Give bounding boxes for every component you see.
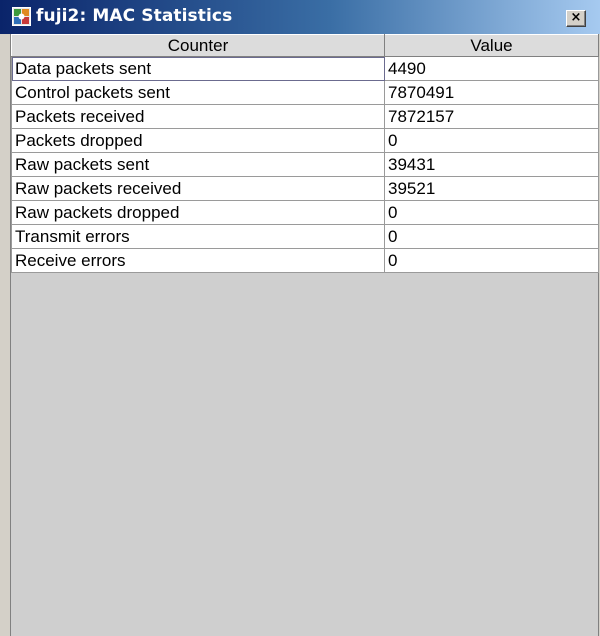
counter-cell[interactable]: Transmit errors (11, 224, 385, 249)
close-icon: × (570, 10, 582, 25)
table-row[interactable]: Packets dropped 0 (11, 128, 599, 153)
window-title: fuji2: MAC Statistics (36, 6, 233, 26)
table-row[interactable]: Control packets sent 7870491 (11, 80, 599, 105)
counter-cell[interactable]: Receive errors (11, 248, 385, 273)
close-button[interactable]: × (566, 10, 586, 27)
table-row[interactable]: Packets received 7872157 (11, 104, 599, 129)
counter-cell[interactable]: Packets received (11, 104, 385, 129)
counter-cell[interactable]: Raw packets dropped (11, 200, 385, 225)
counter-cell[interactable]: Packets dropped (11, 128, 385, 153)
counter-cell[interactable]: Control packets sent (11, 80, 385, 105)
mac-statistics-window: fuji2: MAC Statistics × Counter Value Da… (0, 0, 600, 636)
value-cell[interactable]: 7872157 (384, 104, 599, 129)
java-app-icon[interactable] (12, 7, 31, 26)
value-cell[interactable]: 0 (384, 128, 599, 153)
table-row[interactable]: Data packets sent 4490 (11, 56, 599, 81)
table-row[interactable]: Receive errors 0 (11, 248, 599, 273)
statistics-table: Counter Value Data packets sent 4490 Con… (11, 34, 599, 273)
column-header-counter[interactable]: Counter (11, 34, 385, 57)
title-bar[interactable]: fuji2: MAC Statistics × (0, 0, 600, 34)
table-row[interactable]: Raw packets dropped 0 (11, 200, 599, 225)
table-row[interactable]: Raw packets received 39521 (11, 176, 599, 201)
table-row[interactable]: Transmit errors 0 (11, 224, 599, 249)
value-cell[interactable]: 4490 (384, 56, 599, 81)
table-header-row: Counter Value (11, 34, 599, 57)
value-cell[interactable]: 39521 (384, 176, 599, 201)
column-header-value[interactable]: Value (384, 34, 599, 57)
value-cell[interactable]: 0 (384, 248, 599, 273)
value-cell[interactable]: 0 (384, 200, 599, 225)
value-cell[interactable]: 39431 (384, 152, 599, 177)
statistics-panel: Counter Value Data packets sent 4490 Con… (10, 34, 599, 636)
table-row[interactable]: Raw packets sent 39431 (11, 152, 599, 177)
counter-cell[interactable]: Data packets sent (11, 56, 385, 81)
value-cell[interactable]: 7870491 (384, 80, 599, 105)
counter-cell[interactable]: Raw packets received (11, 176, 385, 201)
value-cell[interactable]: 0 (384, 224, 599, 249)
counter-cell[interactable]: Raw packets sent (11, 152, 385, 177)
